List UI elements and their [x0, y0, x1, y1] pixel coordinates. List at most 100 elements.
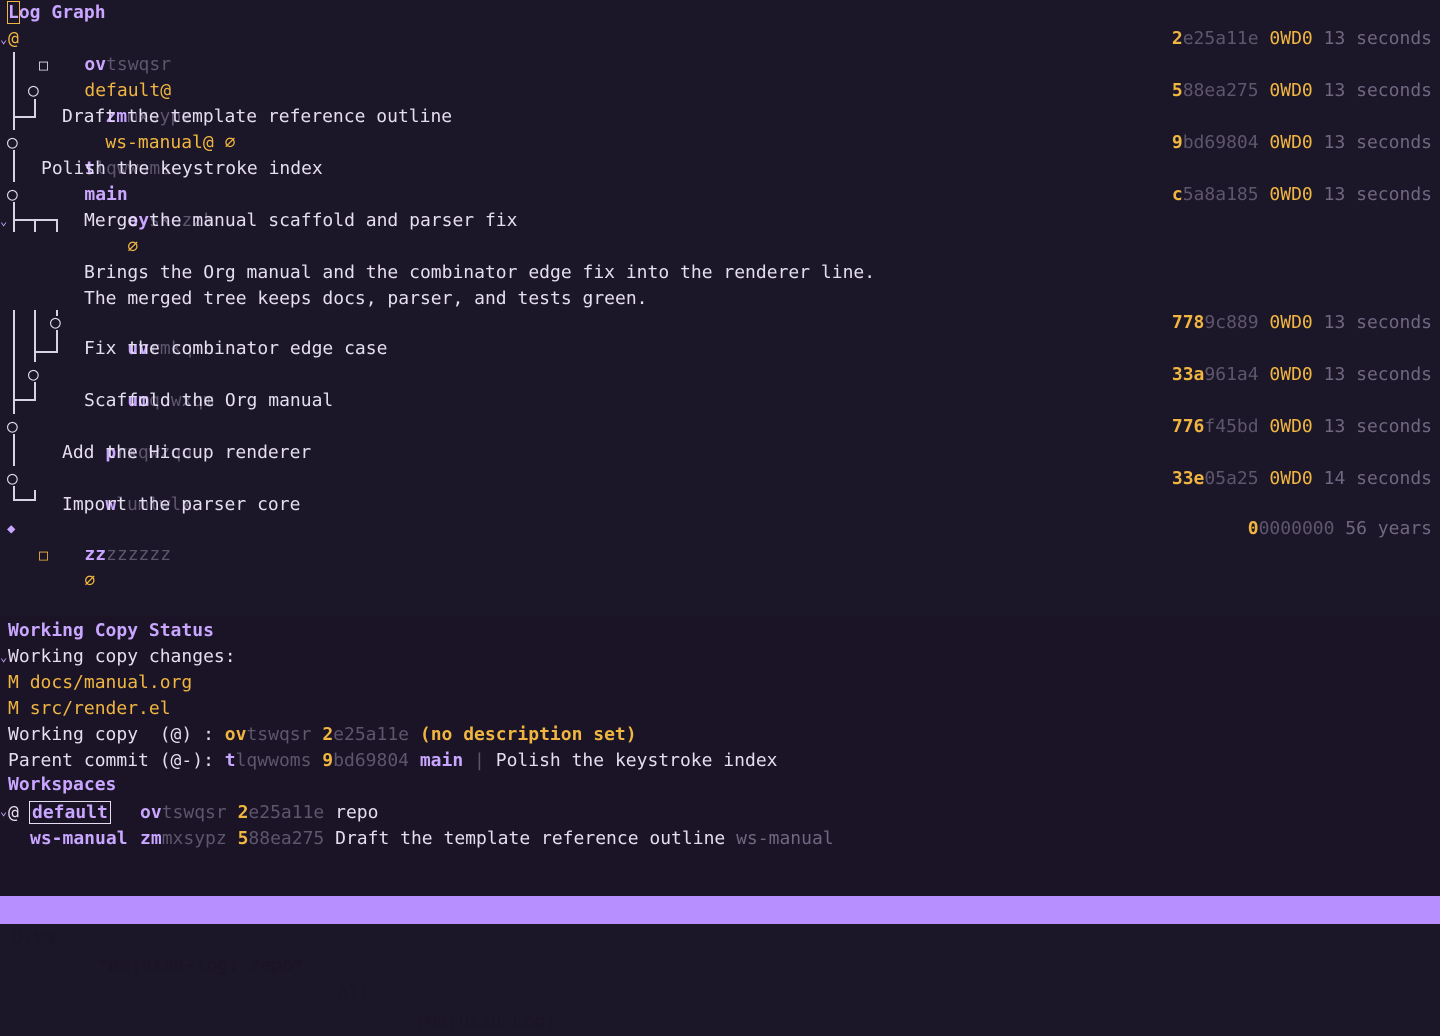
commit-id-prefix: c — [1171, 184, 1183, 205]
section-title: Workspaces — [8, 774, 117, 795]
section-title: Working Copy Status — [8, 620, 214, 641]
commit-row[interactable]: @ ovtswqsr default@ 2e25a11e 0WD0 13 sec… — [0, 26, 1440, 101]
buffer-state: U:%%- — [12, 927, 67, 948]
age: 13 seconds — [1323, 416, 1432, 437]
commit-row[interactable]: ○ prxqwzqo 776f45bd 0WD0 13 seconds — [0, 414, 1440, 463]
working-copy-status-header[interactable]: ⌄ Working Copy Status — [0, 618, 1440, 664]
change-id-rest: lqwwoms — [235, 750, 312, 771]
changed-file-row[interactable]: M docs/manual.org — [0, 670, 1440, 696]
commit-description: Import the parser core — [62, 494, 301, 515]
commit-description: Merge the manual scaffold and parser fix — [84, 210, 518, 231]
commit-id-prefix: 33e — [1171, 468, 1205, 489]
commit-id-rest: 05a25 — [1204, 468, 1259, 489]
commit-row[interactable]: ◆ zzzzzzzz ∅ 00000000 56 years — [0, 516, 1440, 591]
changed-file-row[interactable]: M src/render.el — [0, 696, 1440, 722]
commit-id-prefix: 5 — [1171, 80, 1183, 101]
author: 0WD0 — [1269, 28, 1313, 49]
commit-row[interactable]: ○ zmmxsypz ws-manual@ ∅ 588ea275 0WD0 13… — [0, 78, 1440, 153]
node-icon: ○ — [28, 364, 39, 385]
commit-id-rest: e25a11e — [248, 802, 325, 823]
commit-id-prefix: 778 — [1171, 312, 1205, 333]
node-icon: ○ — [50, 312, 61, 333]
author: 0WD0 — [1269, 312, 1313, 333]
commit-body-line: Brings the Org manual and the combinator… — [84, 262, 876, 283]
author: 0WD0 — [1269, 184, 1313, 205]
commit-id-rest: bd69804 — [333, 750, 409, 771]
commit-row[interactable]: ○ umqowxqm 33a961a4 0WD0 13 seconds — [0, 362, 1440, 411]
current-workspace-marker: @ — [8, 802, 19, 823]
empty-box-icon: □ — [39, 546, 49, 564]
commit-id-rest: 5a8a185 — [1182, 184, 1259, 205]
file-status-flag: M — [8, 698, 19, 719]
workspace-tag: ws-manual — [736, 828, 834, 849]
commit-row[interactable]: ○ tlqwwoms main 9bd69804 0WD0 13 seconds — [0, 130, 1440, 205]
workspace-name[interactable]: ws-manual — [30, 826, 128, 852]
author: 0WD0 — [1269, 364, 1313, 385]
parent-commit-line: Parent commit (@-): tlqwwoms 9bd69804 ma… — [8, 750, 778, 771]
node-icon: ○ — [28, 80, 39, 101]
age: 13 seconds — [1323, 80, 1432, 101]
point-cursor: L — [7, 1, 20, 24]
commit-id-rest: 88ea275 — [248, 828, 325, 849]
parent-description: Polish the keystroke index — [495, 750, 778, 771]
commit-id-rest: e25a11e — [333, 724, 410, 745]
age: 13 seconds — [1323, 28, 1432, 49]
commit-id-prefix: 2 — [237, 802, 249, 823]
file-path[interactable]: docs/manual.org — [30, 672, 193, 693]
empty-marker-row: □ — [0, 52, 1440, 78]
commit-id-rest: bd69804 — [1182, 132, 1259, 153]
commit-id-prefix: 0 — [1247, 518, 1259, 539]
workspaces-header[interactable]: ⌄ Workspaces — [0, 772, 1440, 818]
commit-row[interactable]: ○ uvrmkqmn 7789c889 0WD0 13 seconds — [0, 310, 1440, 359]
wc-description: (no description set) — [419, 724, 637, 745]
age: 13 seconds — [1323, 132, 1432, 153]
commit-id-rest: 9c889 — [1204, 312, 1259, 333]
root-diamond-icon: ◆ — [7, 521, 16, 537]
age: 13 seconds — [1323, 364, 1432, 385]
commit-description: Add the Hiccup renderer — [62, 442, 312, 463]
change-id-rest: mxsypz — [161, 828, 227, 849]
commit-row[interactable]: ○ wlumlwlx 33e05a25 0WD0 14 seconds — [0, 466, 1440, 515]
commit-description: Scaffold the Org manual — [84, 390, 334, 411]
workspace-name[interactable]: default — [29, 801, 111, 824]
change-id-prefix: ov — [140, 802, 162, 823]
buffer-position: All — [338, 983, 371, 1004]
commit-id-rest: 88ea275 — [1182, 80, 1259, 101]
commit-id-prefix: 5 — [237, 828, 249, 849]
log-graph-header[interactable]: ⌄ Log Graph — [0, 0, 1440, 46]
commit-id-prefix: 776 — [1171, 416, 1205, 437]
change-id-rest: tswqsr — [161, 802, 227, 823]
commit-row[interactable]: ⌄ ○ oyskozzk ∅ c5a8a185 0WD0 13 seconds — [0, 182, 1440, 257]
node-icon: ○ — [7, 416, 18, 437]
bookmark: ∅ — [84, 570, 96, 591]
changes-label: Working copy changes: — [8, 646, 236, 667]
author: 0WD0 — [1269, 132, 1313, 153]
workspace-row[interactable]: ws-manual zmmxsypz 588ea275 Draft the te… — [0, 826, 1440, 852]
author: 0WD0 — [1269, 468, 1313, 489]
empty-box-icon: □ — [39, 56, 49, 74]
node-icon: ○ — [7, 184, 18, 205]
commit-id-prefix: 2 — [1171, 28, 1183, 49]
file-status-flag: M — [8, 672, 19, 693]
commit-id-rest: e25a11e — [1182, 28, 1259, 49]
workspace-row[interactable]: @ default ovtswqsr 2e25a11e repo — [0, 800, 1440, 826]
node-icon: ○ — [7, 468, 18, 489]
commit-id-prefix: 33a — [1171, 364, 1205, 385]
age: 13 seconds — [1323, 312, 1432, 333]
commit-id-rest: 0000000 — [1258, 518, 1335, 539]
node-icon: ○ — [7, 132, 18, 153]
buffer-name[interactable]: *majutsu-log: repo* — [98, 952, 304, 980]
mode-line: U:%%- *majutsu-log: repo* All (Majutsu L… — [0, 896, 1440, 1032]
workspace-description: repo — [335, 802, 379, 823]
commit-description: Fix the combinator edge case — [84, 338, 388, 359]
major-mode[interactable]: (Majutsu Log) — [415, 1008, 556, 1036]
author: 0WD0 — [1269, 80, 1313, 101]
bookmark: ∅ — [127, 236, 139, 257]
change-id-rest: tswqsr — [246, 724, 312, 745]
age: 56 years — [1345, 518, 1432, 539]
empty-marker-row: □ — [0, 542, 1440, 568]
bookmark: main — [419, 750, 464, 771]
commit-description: Polish the keystroke index — [41, 158, 323, 179]
file-path[interactable]: src/render.el — [30, 698, 171, 719]
commit-id-rest: 961a4 — [1204, 364, 1259, 385]
